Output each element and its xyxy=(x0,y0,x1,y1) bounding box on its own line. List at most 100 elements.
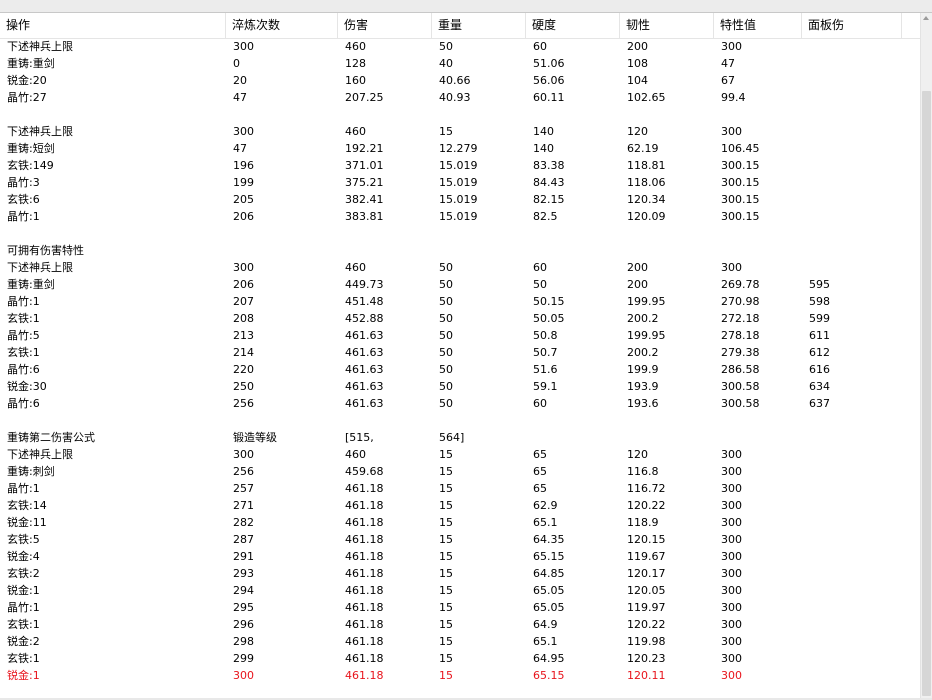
cell-panel-damage xyxy=(802,157,809,174)
cell-operation: 锐金:30 xyxy=(7,380,47,393)
table-row[interactable]: 下述神兵上限 300 460 15 65 120 300 xyxy=(0,446,920,463)
cell-toughness: 200 xyxy=(627,278,648,291)
cell-weight: 50 xyxy=(439,397,453,410)
cell-toughness: 193.6 xyxy=(627,397,659,410)
column-header-weight[interactable]: 重量 xyxy=(432,13,526,38)
data-grid[interactable]: 操作 淬炼次数 伤害 重量 硬度 韧性 特性值 面板伤 下述神兵上限 300 460… xyxy=(0,13,920,698)
cell-temper-count: 0 xyxy=(233,57,240,70)
table-row[interactable]: 晶竹:1 207 451.48 50 50.15 199.95 270.98 598 xyxy=(0,293,920,310)
table-row[interactable]: 重铸:短剑 47 192.21 12.279 140 62.19 106.45 xyxy=(0,140,920,157)
table-row[interactable]: 玄铁:1 214 461.63 50 50.7 200.2 279.38 612 xyxy=(0,344,920,361)
table-row[interactable]: 晶竹:27 47 207.25 40.93 60.11 102.65 99.4 xyxy=(0,89,920,106)
cell-toughness: 118.06 xyxy=(627,176,666,189)
cell-hardness: 59.1 xyxy=(533,380,558,393)
cell-panel-damage xyxy=(802,548,809,565)
table-row[interactable]: 锐金:11 282 461.18 15 65.1 118.9 300 xyxy=(0,514,920,531)
column-header-temper-count[interactable]: 淬炼次数 xyxy=(226,13,338,38)
cell-temper-count: 287 xyxy=(233,533,254,546)
column-header-hardness[interactable]: 硬度 xyxy=(526,13,620,38)
cell-weight xyxy=(432,225,439,242)
table-row[interactable]: 晶竹:6 220 461.63 50 51.6 199.9 286.58 616 xyxy=(0,361,920,378)
cell-operation xyxy=(0,106,7,123)
table-row[interactable] xyxy=(0,225,920,242)
table-row[interactable]: 重铸:重剑 0 128 40 51.06 108 47 xyxy=(0,55,920,72)
table-row[interactable]: 晶竹:3 199 375.21 15.019 84.43 118.06 300.15 xyxy=(0,174,920,191)
table-row[interactable]: 锐金:30 250 461.63 50 59.1 193.9 300.58 634 xyxy=(0,378,920,395)
cell-weight: 15 xyxy=(439,125,453,138)
scroll-up-arrow-icon[interactable] xyxy=(923,16,929,20)
table-row[interactable] xyxy=(0,412,920,429)
cell-trait-value: 300 xyxy=(721,261,742,274)
table-row[interactable]: 晶竹:1 206 383.81 15.019 82.5 120.09 300.15 xyxy=(0,208,920,225)
column-header-operation[interactable]: 操作 xyxy=(0,13,226,38)
cell-temper-count: 282 xyxy=(233,516,254,529)
vertical-scrollbar[interactable] xyxy=(920,13,932,698)
scrollbar-thumb[interactable] xyxy=(922,91,931,696)
table-row[interactable] xyxy=(0,106,920,123)
cell-weight: 50 xyxy=(439,278,453,291)
table-row[interactable]: 晶竹:6 256 461.63 50 60 193.6 300.58 637 xyxy=(0,395,920,412)
table-row[interactable]: 可拥有伤害特性 xyxy=(0,242,920,259)
table-row[interactable]: 重铸第二伤害公式 锻造等级 [515, 564] xyxy=(0,429,920,446)
table-row[interactable]: 玄铁:1 208 452.88 50 50.05 200.2 272.18 599 xyxy=(0,310,920,327)
cell-weight: 50 xyxy=(439,363,453,376)
cell-damage xyxy=(338,106,345,123)
cell-trait-value: 300 xyxy=(721,125,742,138)
cell-trait-value: 300 xyxy=(721,567,742,580)
cell-operation: 重铸:短剑 xyxy=(7,142,55,155)
table-row[interactable]: 锐金:1 294 461.18 15 65.05 120.05 300 xyxy=(0,582,920,599)
cell-hardness: 60 xyxy=(533,261,547,274)
column-header-panel-damage[interactable]: 面板伤 xyxy=(802,13,902,38)
cell-trait-value: 300.15 xyxy=(721,210,760,223)
cell-temper-count: 299 xyxy=(233,652,254,665)
table-row[interactable]: 晶竹:1 295 461.18 15 65.05 119.97 300 xyxy=(0,599,920,616)
cell-hardness: 60.11 xyxy=(533,91,565,104)
table-row[interactable]: 下述神兵上限 300 460 15 140 120 300 xyxy=(0,123,920,140)
table-row[interactable]: 锐金:20 20 160 40.66 56.06 104 67 xyxy=(0,72,920,89)
cell-hardness: 65 xyxy=(533,448,547,461)
cell-operation: 锐金:1 xyxy=(7,584,40,597)
table-row[interactable]: 重铸:刺剑 256 459.68 15 65 116.8 300 xyxy=(0,463,920,480)
table-row[interactable]: 晶竹:1 257 461.18 15 65 116.72 300 xyxy=(0,480,920,497)
cell-operation: 重铸:刺剑 xyxy=(7,465,55,478)
table-row[interactable]: 玄铁:5 287 461.18 15 64.35 120.15 300 xyxy=(0,531,920,548)
table-row[interactable]: 锐金:2 298 461.18 15 65.1 119.98 300 xyxy=(0,633,920,650)
cell-damage: 375.21 xyxy=(345,176,384,189)
cell-damage: 449.73 xyxy=(345,278,384,291)
table-row[interactable]: 玄铁:149 196 371.01 15.019 83.38 118.81 300.15 xyxy=(0,157,920,174)
cell-damage: 461.18 xyxy=(345,618,384,631)
table-row[interactable]: 重铸:重剑 206 449.73 50 50 200 269.78 595 xyxy=(0,276,920,293)
cell-panel-damage xyxy=(802,616,809,633)
cell-temper-count: 294 xyxy=(233,584,254,597)
table-row[interactable]: 玄铁:6 205 382.41 15.019 82.15 120.34 300.15 xyxy=(0,191,920,208)
column-header-damage[interactable]: 伤害 xyxy=(338,13,432,38)
table-row[interactable]: 玄铁:1 296 461.18 15 64.9 120.22 300 xyxy=(0,616,920,633)
cell-hardness xyxy=(526,106,533,123)
column-header-trait-value[interactable]: 特性值 xyxy=(714,13,802,38)
cell-operation: 下述神兵上限 xyxy=(7,261,73,274)
cell-weight: 15 xyxy=(439,652,453,665)
table-row[interactable]: 玄铁:2 293 461.18 15 64.85 120.17 300 xyxy=(0,565,920,582)
table-row[interactable]: 下述神兵上限 300 460 50 60 200 300 xyxy=(0,259,920,276)
cell-panel-damage xyxy=(802,531,809,548)
table-row[interactable]: 玄铁:14 271 461.18 15 62.9 120.22 300 xyxy=(0,497,920,514)
cell-hardness: 65.05 xyxy=(533,584,565,597)
cell-operation: 锐金:2 xyxy=(7,635,40,648)
table-row-selected[interactable]: 锐金:1 300 461.18 15 65.15 120.11 300 xyxy=(0,667,920,684)
table-row[interactable]: 下述神兵上限 300 460 50 60 200 300 xyxy=(0,38,920,55)
table-row[interactable]: 晶竹:5 213 461.63 50 50.8 199.95 278.18 611 xyxy=(0,327,920,344)
cell-damage: [515, xyxy=(345,431,374,444)
cell-temper-count: 300 xyxy=(233,448,254,461)
cell-toughness: 120.22 xyxy=(627,618,666,631)
cell-weight: 50 xyxy=(439,261,453,274)
cell-weight: 50 xyxy=(439,380,453,393)
table-row[interactable]: 玄铁:1 299 461.18 15 64.95 120.23 300 xyxy=(0,650,920,667)
cell-temper-count: 300 xyxy=(233,40,254,53)
cell-temper-count: 300 xyxy=(233,669,254,682)
table-row[interactable]: 锐金:4 291 461.18 15 65.15 119.67 300 xyxy=(0,548,920,565)
cell-damage: 461.18 xyxy=(345,601,384,614)
column-header-toughness[interactable]: 韧性 xyxy=(620,13,714,38)
cell-weight: 15 xyxy=(439,618,453,631)
cell-panel-damage xyxy=(802,55,809,72)
cell-panel-damage xyxy=(802,667,809,684)
